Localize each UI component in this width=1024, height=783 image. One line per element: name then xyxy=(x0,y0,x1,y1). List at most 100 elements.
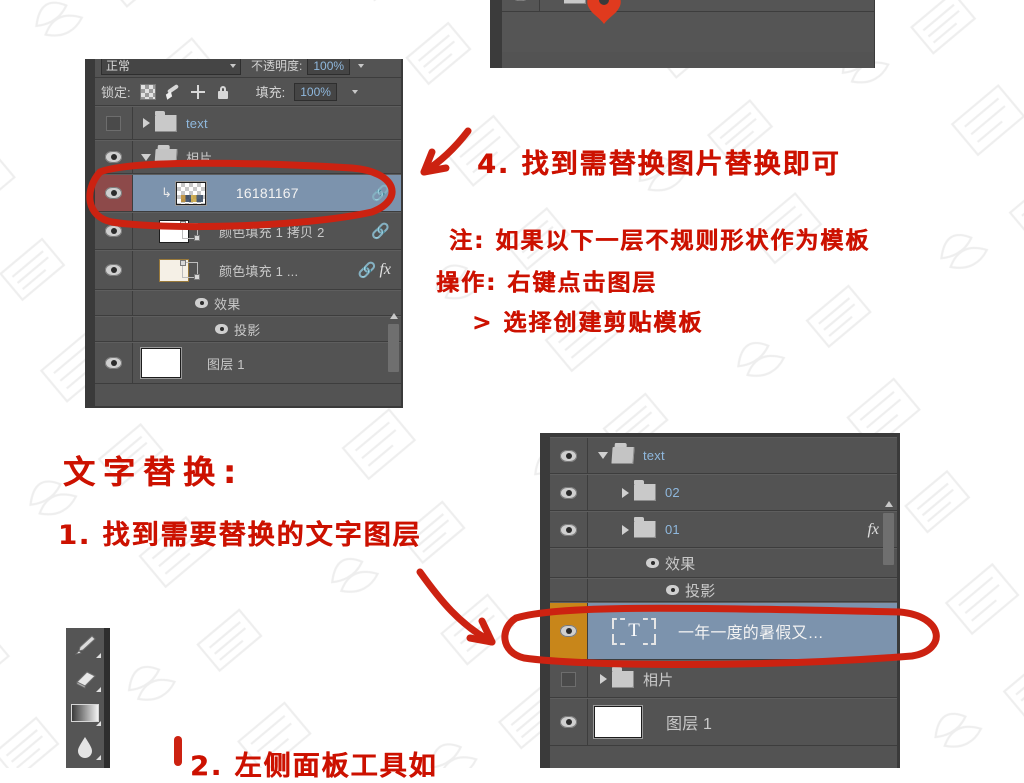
opacity-value[interactable]: 100% xyxy=(307,59,351,75)
disclosure-triangle-icon[interactable] xyxy=(594,452,612,459)
disclosure-triangle-icon[interactable] xyxy=(616,524,634,535)
annotation-arrow-2 xyxy=(416,568,496,646)
eraser-tool[interactable] xyxy=(66,662,104,696)
layer-row-16181167[interactable]: ↳ 16181167 🔗 xyxy=(95,174,401,212)
layer-row-text-layer[interactable]: T 一年一度的暑假又… xyxy=(550,602,897,660)
annotation-step4: 4. 找到需替换图片替换即可 xyxy=(477,149,841,180)
visibility-toggle-text-layer[interactable] xyxy=(550,603,588,659)
annotation-step1: 1. 找到需要替换的文字图层 xyxy=(58,520,422,551)
layer-name: text xyxy=(186,115,208,131)
layer-row-color-fill-copy2[interactable]: 颜色填充 1 拷贝 2 🔗 xyxy=(95,212,401,250)
eye-small-icon[interactable] xyxy=(195,298,208,308)
scrollbar-thumb[interactable] xyxy=(883,513,894,565)
visibility-toggle-drop-shadow[interactable] xyxy=(550,579,588,601)
visibility-toggle-16181167[interactable] xyxy=(95,175,133,211)
lock-fill-row[interactable]: 锁定: 填充: 100% xyxy=(95,78,401,106)
layer-thumbnail[interactable] xyxy=(175,181,206,205)
layer-name: 颜色填充 1 ... xyxy=(219,263,299,279)
layer-row-01[interactable]: 01 fx xyxy=(550,511,897,548)
brush-tool-icon xyxy=(74,635,96,655)
folder-icon xyxy=(612,666,634,688)
link-icon[interactable]: 🔗 xyxy=(358,261,380,279)
lock-position-icon[interactable] xyxy=(190,84,206,100)
annotation-arrow-1 xyxy=(420,127,472,176)
lock-all-icon[interactable] xyxy=(215,84,231,100)
layer-name: 相片 xyxy=(186,150,213,166)
layer-thumbnail[interactable] xyxy=(141,348,181,378)
eye-icon xyxy=(560,449,577,462)
blur-tool[interactable] xyxy=(66,730,104,764)
visibility-toggle-color-fill-1[interactable] xyxy=(95,251,133,289)
type-layer-thumbnail[interactable]: T xyxy=(612,617,656,645)
disclosure-triangle-icon[interactable] xyxy=(137,118,155,128)
layer-row-02[interactable]: 02 xyxy=(550,474,897,511)
blend-opacity-row[interactable]: 正常 不透明度: 100% xyxy=(95,59,401,78)
eye-icon xyxy=(560,486,577,499)
scrollbar-thumb[interactable] xyxy=(388,324,399,372)
clipping-mask-arrow-icon: ↳ xyxy=(161,185,172,200)
layer-name: 02 xyxy=(665,485,680,500)
layer-row-drop-shadow[interactable]: 投影 xyxy=(550,578,897,602)
disclosure-triangle-icon[interactable] xyxy=(616,487,634,498)
layer-row-xiangpian[interactable]: 相片 xyxy=(95,140,401,174)
lock-transparent-pixels-icon[interactable] xyxy=(139,83,156,100)
brush-tool[interactable] xyxy=(66,628,104,662)
visibility-toggle-effects[interactable] xyxy=(95,291,133,315)
visibility-toggle-text-group[interactable] xyxy=(550,438,588,473)
layer-name: 图层 1 xyxy=(666,716,713,733)
fill-chevron-down-icon[interactable] xyxy=(351,89,358,94)
visibility-toggle-effects[interactable] xyxy=(550,549,588,577)
fx-icon[interactable]: fx xyxy=(379,261,401,279)
effects-label: 效果 xyxy=(214,296,241,312)
visibility-toggle-02[interactable] xyxy=(550,475,588,510)
layers-panel-top[interactable]: pic01 xyxy=(490,0,875,68)
visibility-toggle-layer1[interactable] xyxy=(95,343,133,383)
visibility-toggle-drop-shadow[interactable] xyxy=(95,317,133,341)
visibility-toggle-color-fill-copy2[interactable] xyxy=(95,213,133,249)
layer-row-color-fill-1[interactable]: 颜色填充 1 ... 🔗 fx xyxy=(95,250,401,290)
layer-thumbnail[interactable] xyxy=(594,706,642,738)
link-icon[interactable]: 🔗 xyxy=(371,222,401,240)
fill-layer-thumbnail[interactable] xyxy=(159,258,200,282)
layer-row-effects[interactable]: 效果 xyxy=(95,290,401,316)
opacity-chevron-down-icon[interactable] xyxy=(358,63,365,68)
dodge-tool[interactable] xyxy=(66,764,104,768)
fill-label: 填充: xyxy=(255,85,286,100)
layer-row-text[interactable]: text xyxy=(95,106,401,140)
gradient-tool-icon xyxy=(71,704,99,722)
visibility-toggle-xiangpian[interactable] xyxy=(550,661,588,697)
gradient-tool[interactable] xyxy=(66,696,104,730)
chevron-down-icon xyxy=(230,63,236,68)
eye-small-icon[interactable] xyxy=(215,324,228,334)
link-icon[interactable]: 🔗 xyxy=(371,184,401,202)
scrollbar-up-arrow[interactable] xyxy=(390,313,398,319)
layer-row-xiangpian[interactable]: 相片 xyxy=(550,660,897,698)
visibility-toggle-01[interactable] xyxy=(550,512,588,547)
visibility-toggle-xiangpian[interactable] xyxy=(95,141,133,173)
disclosure-triangle-icon[interactable] xyxy=(594,674,612,684)
visibility-toggle-pic01[interactable] xyxy=(502,0,540,11)
layer-row-layer1[interactable]: 图层 1 xyxy=(550,698,897,746)
visibility-toggle-layer1[interactable] xyxy=(550,699,588,745)
disclosure-triangle-icon[interactable] xyxy=(137,153,155,161)
layer-row-pic01[interactable]: pic01 xyxy=(502,0,874,12)
scrollbar-up-arrow[interactable] xyxy=(885,501,893,507)
eye-small-icon[interactable] xyxy=(646,558,659,568)
annotation-note-line3: > 选择创建剪贴模板 xyxy=(472,310,704,336)
layers-panel-left[interactable]: 正常 不透明度: 100% 锁定: 填充: 100% text 相片 ↳ 161… xyxy=(85,59,403,408)
eye-small-icon[interactable] xyxy=(666,585,679,595)
layers-panel-bottom[interactable]: text 02 01 fx 效果 投影 T 一年一度的暑假又… 相片 图层 1 xyxy=(540,433,900,768)
eye-icon xyxy=(560,625,577,637)
lock-image-pixels-icon[interactable] xyxy=(165,84,181,100)
layer-row-layer1[interactable]: 图层 1 xyxy=(95,342,401,384)
layer-row-drop-shadow[interactable]: 投影 xyxy=(95,316,401,342)
photoshop-toolbar[interactable] xyxy=(66,628,110,768)
fill-layer-thumbnail[interactable] xyxy=(159,219,200,243)
blend-mode-select[interactable]: 正常 xyxy=(101,59,241,75)
visibility-toggle-text[interactable] xyxy=(95,107,133,139)
eye-icon xyxy=(105,357,122,369)
layer-row-effects[interactable]: 效果 xyxy=(550,548,897,578)
layer-row-text-group[interactable]: text xyxy=(550,437,897,474)
fill-value[interactable]: 100% xyxy=(294,82,337,101)
effect-label: 投影 xyxy=(685,582,716,600)
